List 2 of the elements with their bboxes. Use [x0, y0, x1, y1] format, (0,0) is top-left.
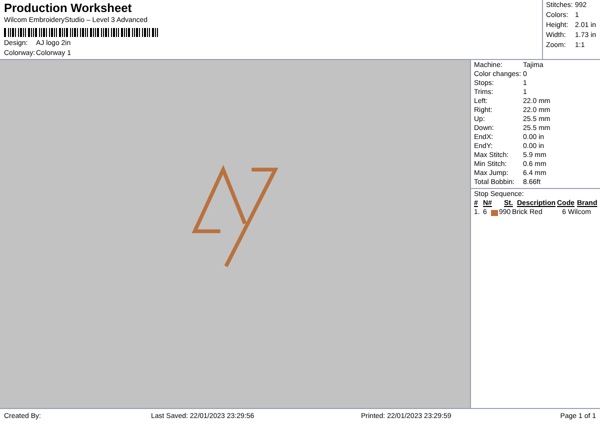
- barcode-icon: [4, 28, 159, 37]
- worksheet-title: Production Worksheet: [4, 1, 133, 16]
